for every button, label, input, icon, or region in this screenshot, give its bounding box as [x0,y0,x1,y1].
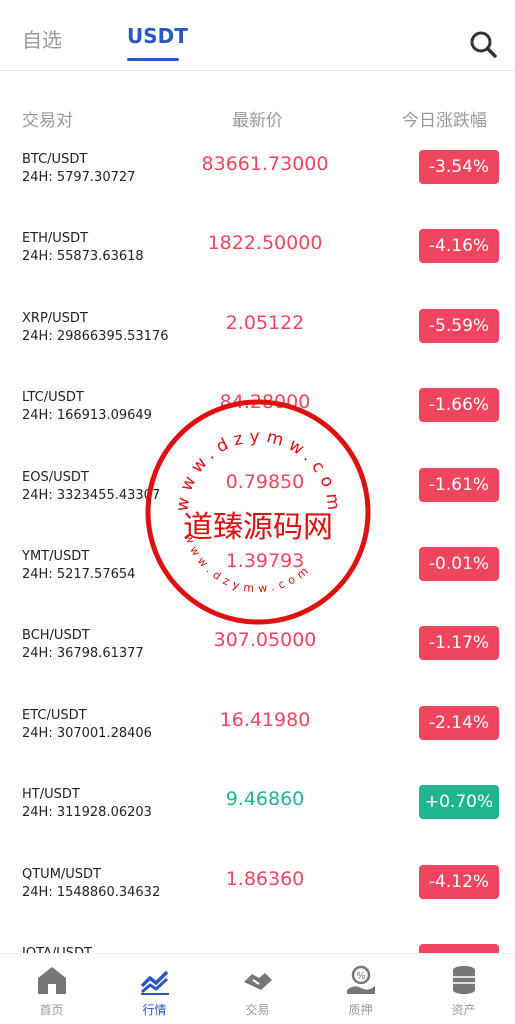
pair-volume: 24H: 3323455.43307 [22,487,161,503]
nav-home-label: 首页 [39,1003,64,1017]
tab-favorites[interactable]: 自选 [22,24,62,53]
pair-name: QTUM/USDT [22,866,102,882]
pair-name: YMT/USDT [22,548,90,564]
market-row[interactable]: ETC/USDT 24H: 307001.28406 16.41980 -2.1… [0,696,515,775]
change-badge: -1.17% [419,626,499,661]
pair-name: BCH/USDT [22,628,90,644]
nav-market[interactable]: 行情 [103,954,206,1024]
market-row[interactable]: XRP/USDT 24H: 29866395.53176 2.05122 -5.… [0,299,515,378]
pair-name: HT/USDT [22,787,80,803]
market-list: BTC/USDT 24H: 5797.30727 83661.73000 -3.… [0,140,515,954]
pair-price: 1.39793 [225,549,305,572]
column-pair: 交易对 [22,111,73,131]
pair-price: 9.46860 [225,788,305,811]
market-row[interactable]: YMT/USDT 24H: 5217.57654 1.39793 -0.01% [0,537,515,616]
nav-market-label: 行情 [142,1003,167,1017]
market-row[interactable]: ETH/USDT 24H: 55873.63618 1822.50000 -4.… [0,219,515,298]
search-icon[interactable] [469,30,497,58]
pair-name: ETH/USDT [22,231,89,247]
change-badge: -4.12% [419,864,499,899]
pair-price: 1822.50000 [207,232,323,255]
pair-volume: 24H: 5217.57654 [22,566,136,582]
assets-coins-icon [453,966,475,994]
nav-assets[interactable]: 资产 [412,954,515,1024]
trade-handshake-icon [244,973,272,990]
pair-price: 2.05122 [225,311,305,334]
change-badge: -2.14% [419,705,499,740]
pair-volume: 24H: 55873.63618 [22,249,144,265]
home-icon [38,967,66,994]
change-badge: -1.61% [419,467,499,502]
pledge-icon: % [347,965,375,994]
market-row[interactable]: BTC/USDT 24H: 5797.30727 83661.73000 -3.… [0,140,515,219]
change-badge: -4.16% [419,229,499,264]
pair-volume: 24H: 36798.61377 [22,646,144,662]
pair-volume: 24H: 166913.09649 [22,408,152,424]
pair-volume: 24H: 1548860.34632 [22,884,161,900]
pair-price: 0.79850 [225,470,305,493]
nav-home[interactable]: 首页 [0,954,103,1024]
column-price: 最新价 [232,111,283,131]
market-row[interactable]: BCH/USDT 24H: 36798.61377 307.05000 -1.1… [0,616,515,695]
pair-volume: 24H: 307001.28406 [22,725,152,741]
column-change: 今日涨跌幅 [402,111,487,131]
pair-name: ETC/USDT [22,707,87,723]
pair-price: 83661.73000 [201,153,329,175]
pair-price: 1.86360 [225,867,305,890]
market-row[interactable]: HT/USDT 24H: 311928.06203 9.46860 +0.70% [0,775,515,854]
pair-volume: 24H: 5797.30727 [22,170,136,185]
change-badge: -0.01% [419,546,499,581]
svg-text:%: % [356,971,366,982]
pair-volume: 24H: 29866395.53176 [22,328,169,344]
change-badge: +0.70% [419,785,499,820]
bottom-nav: 首页 行情 交易 % 质押 资产 [0,953,515,1024]
pair-price: 307.05000 [213,629,317,652]
change-badge: -3.54% [419,150,499,184]
pair-name: BTC/USDT [22,152,88,167]
change-badge: -1.66% [419,388,499,423]
market-row[interactable]: QTUM/USDT 24H: 1548860.34632 1.86360 -4.… [0,855,515,934]
nav-assets-label: 资产 [451,1003,476,1017]
tab-usdt[interactable]: USDT [127,24,188,48]
nav-trade-label: 交易 [245,1003,270,1017]
pair-name: EOS/USDT [22,469,89,485]
nav-pledge-label: 质押 [348,1003,373,1017]
top-bar: 自选 USDT [0,0,515,71]
market-row[interactable]: LTC/USDT 24H: 166913.09649 84.28000 -1.6… [0,378,515,457]
market-chart-icon [140,970,169,995]
pair-volume: 24H: 311928.06203 [22,805,152,821]
pair-name: XRP/USDT [22,310,88,326]
change-badge: -5.59% [419,308,499,343]
nav-pledge[interactable]: % 质押 [309,954,412,1024]
active-tab-indicator [127,58,179,61]
nav-trade[interactable]: 交易 [206,954,309,1024]
pair-name: LTC/USDT [22,390,84,406]
market-row[interactable]: EOS/USDT 24H: 3323455.43307 0.79850 -1.6… [0,458,515,537]
column-header: 交易对 最新价 今日涨跌幅 [0,100,515,134]
pair-price: 84.28000 [219,391,311,414]
market-row[interactable]: IOTA/USDT [0,934,515,954]
pair-price: 16.41980 [219,708,311,731]
